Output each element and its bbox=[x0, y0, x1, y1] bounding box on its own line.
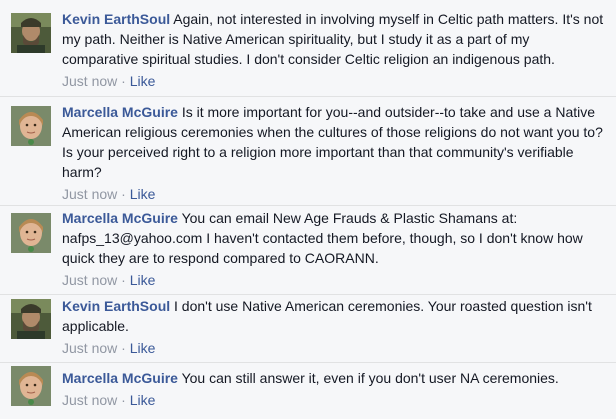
kevin-avatar[interactable] bbox=[11, 299, 51, 339]
marcella-avatar[interactable] bbox=[11, 213, 51, 253]
comment-author-link[interactable]: Kevin EarthSoul bbox=[62, 11, 170, 27]
comment-meta: Just now · Like bbox=[62, 391, 607, 409]
marcella-avatar[interactable] bbox=[11, 106, 51, 146]
comment-author-link[interactable]: Marcella McGuire bbox=[62, 104, 178, 120]
comment-item: Marcella McGuire Is it more important fo… bbox=[0, 96, 616, 206]
meta-separator: · bbox=[121, 340, 130, 356]
comment-timestamp[interactable]: Just now bbox=[62, 73, 117, 89]
comment-item: Kevin EarthSoul I don't use Native Ameri… bbox=[0, 294, 616, 363]
comment-item: Kevin EarthSoul Again, not interested in… bbox=[0, 0, 616, 97]
like-link[interactable]: Like bbox=[130, 186, 156, 202]
kevin-avatar[interactable] bbox=[11, 13, 51, 53]
comment-meta: Just now · Like bbox=[62, 185, 607, 203]
comment-text: You can still answer it, even if you don… bbox=[181, 370, 559, 386]
comment-author-link[interactable]: Marcella McGuire bbox=[62, 370, 178, 386]
comment-timestamp[interactable]: Just now bbox=[62, 392, 117, 408]
comment-author-link[interactable]: Marcella McGuire bbox=[62, 210, 178, 226]
like-link[interactable]: Like bbox=[130, 392, 156, 408]
comment-timestamp[interactable]: Just now bbox=[62, 272, 117, 288]
comment-meta: Just now · Like bbox=[62, 271, 607, 289]
like-link[interactable]: Like bbox=[130, 73, 156, 89]
meta-separator: · bbox=[121, 272, 130, 288]
comment-timestamp[interactable]: Just now bbox=[62, 186, 117, 202]
comment-timestamp[interactable]: Just now bbox=[62, 340, 117, 356]
meta-separator: · bbox=[121, 392, 130, 408]
like-link[interactable]: Like bbox=[130, 340, 156, 356]
marcella-avatar[interactable] bbox=[11, 366, 51, 406]
comment-meta: Just now · Like bbox=[62, 72, 607, 90]
meta-separator: · bbox=[121, 73, 130, 89]
comment-author-link[interactable]: Kevin EarthSoul bbox=[62, 298, 170, 314]
meta-separator: · bbox=[121, 186, 130, 202]
comment-meta: Just now · Like bbox=[62, 339, 607, 357]
comment-item: Marcella McGuire You can email New Age F… bbox=[0, 205, 616, 295]
like-link[interactable]: Like bbox=[130, 272, 156, 288]
comment-thread: Kevin EarthSoul Again, not interested in… bbox=[0, 0, 616, 419]
comment-item: Marcella McGuire You can still answer it… bbox=[0, 362, 616, 419]
